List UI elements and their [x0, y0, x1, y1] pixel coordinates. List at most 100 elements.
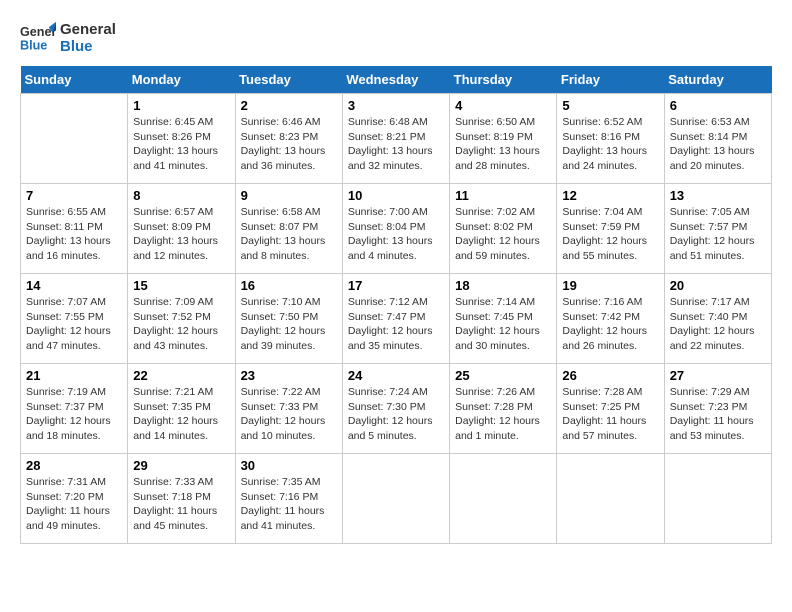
day-number: 10 [348, 188, 444, 203]
logo-blue: Blue [60, 38, 116, 55]
day-info: Sunrise: 6:48 AM Sunset: 8:21 PM Dayligh… [348, 115, 444, 174]
day-info: Sunrise: 7:05 AM Sunset: 7:57 PM Dayligh… [670, 205, 766, 264]
calendar-cell: 19 Sunrise: 7:16 AM Sunset: 7:42 PM Dayli… [557, 274, 664, 364]
day-info: Sunrise: 6:50 AM Sunset: 8:19 PM Dayligh… [455, 115, 551, 174]
day-number: 16 [241, 278, 337, 293]
calendar-cell: 13 Sunrise: 7:05 AM Sunset: 7:57 PM Dayli… [664, 184, 771, 274]
logo-general: General [60, 21, 116, 38]
logo: General Blue General Blue [20, 20, 116, 56]
day-info: Sunrise: 7:00 AM Sunset: 8:04 PM Dayligh… [348, 205, 444, 264]
day-info: Sunrise: 7:24 AM Sunset: 7:30 PM Dayligh… [348, 385, 444, 444]
column-header-tuesday: Tuesday [235, 66, 342, 94]
day-info: Sunrise: 6:55 AM Sunset: 8:11 PM Dayligh… [26, 205, 122, 264]
calendar-cell: 11 Sunrise: 7:02 AM Sunset: 8:02 PM Dayli… [450, 184, 557, 274]
day-info: Sunrise: 7:35 AM Sunset: 7:16 PM Dayligh… [241, 475, 337, 534]
day-number: 22 [133, 368, 229, 383]
calendar-week-row: 28Sunrise: 7:31 AM Sunset: 7:20 PM Dayli… [21, 454, 772, 544]
calendar-cell: 30 Sunrise: 7:35 AM Sunset: 7:16 PM Dayli… [235, 454, 342, 544]
day-info: Sunrise: 7:16 AM Sunset: 7:42 PM Dayligh… [562, 295, 658, 354]
logo-icon: General Blue [20, 20, 56, 56]
day-number: 7 [26, 188, 122, 203]
calendar-cell: 7 Sunrise: 6:55 AM Sunset: 8:11 PM Daylig… [21, 184, 128, 274]
day-number: 21 [26, 368, 122, 383]
day-info: Sunrise: 6:45 AM Sunset: 8:26 PM Dayligh… [133, 115, 229, 174]
day-info: Sunrise: 7:29 AM Sunset: 7:23 PM Dayligh… [670, 385, 766, 444]
calendar-cell: 12 Sunrise: 7:04 AM Sunset: 7:59 PM Dayli… [557, 184, 664, 274]
day-info: Sunrise: 6:52 AM Sunset: 8:16 PM Dayligh… [562, 115, 658, 174]
day-number: 17 [348, 278, 444, 293]
calendar-cell: 25 Sunrise: 7:26 AM Sunset: 7:28 PM Dayli… [450, 364, 557, 454]
day-number: 20 [670, 278, 766, 293]
calendar-table: SundayMondayTuesdayWednesdayThursdayFrid… [20, 66, 772, 544]
calendar-cell: 15Sunrise: 7:09 AM Sunset: 7:52 PM Dayli… [128, 274, 235, 364]
day-number: 5 [562, 98, 658, 113]
day-number: 30 [241, 458, 337, 473]
day-number: 26 [562, 368, 658, 383]
day-number: 14 [26, 278, 122, 293]
day-info: Sunrise: 6:53 AM Sunset: 8:14 PM Dayligh… [670, 115, 766, 174]
day-info: Sunrise: 7:19 AM Sunset: 7:37 PM Dayligh… [26, 385, 122, 444]
calendar-cell: 24 Sunrise: 7:24 AM Sunset: 7:30 PM Dayli… [342, 364, 449, 454]
day-number: 8 [133, 188, 229, 203]
calendar-cell [342, 454, 449, 544]
day-info: Sunrise: 7:10 AM Sunset: 7:50 PM Dayligh… [241, 295, 337, 354]
calendar-cell: 28Sunrise: 7:31 AM Sunset: 7:20 PM Dayli… [21, 454, 128, 544]
column-header-friday: Friday [557, 66, 664, 94]
calendar-cell: 29 Sunrise: 7:33 AM Sunset: 7:18 PM Dayli… [128, 454, 235, 544]
day-info: Sunrise: 6:46 AM Sunset: 8:23 PM Dayligh… [241, 115, 337, 174]
calendar-cell: 27 Sunrise: 7:29 AM Sunset: 7:23 PM Dayli… [664, 364, 771, 454]
day-number: 25 [455, 368, 551, 383]
day-number: 6 [670, 98, 766, 113]
calendar-week-row: 21 Sunrise: 7:19 AM Sunset: 7:37 PM Dayli… [21, 364, 772, 454]
calendar-cell: 26Sunrise: 7:28 AM Sunset: 7:25 PM Dayli… [557, 364, 664, 454]
day-info: Sunrise: 7:12 AM Sunset: 7:47 PM Dayligh… [348, 295, 444, 354]
calendar-cell [664, 454, 771, 544]
day-info: Sunrise: 6:58 AM Sunset: 8:07 PM Dayligh… [241, 205, 337, 264]
calendar-cell [557, 454, 664, 544]
day-number: 24 [348, 368, 444, 383]
day-info: Sunrise: 7:26 AM Sunset: 7:28 PM Dayligh… [455, 385, 551, 444]
day-info: Sunrise: 7:21 AM Sunset: 7:35 PM Dayligh… [133, 385, 229, 444]
column-header-wednesday: Wednesday [342, 66, 449, 94]
day-number: 28 [26, 458, 122, 473]
day-info: Sunrise: 7:04 AM Sunset: 7:59 PM Dayligh… [562, 205, 658, 264]
calendar-cell: 18 Sunrise: 7:14 AM Sunset: 7:45 PM Dayli… [450, 274, 557, 364]
calendar-cell: 9 Sunrise: 6:58 AM Sunset: 8:07 PM Daylig… [235, 184, 342, 274]
calendar-cell: 14Sunrise: 7:07 AM Sunset: 7:55 PM Dayli… [21, 274, 128, 364]
calendar-cell: 8Sunrise: 6:57 AM Sunset: 8:09 PM Daylig… [128, 184, 235, 274]
day-number: 29 [133, 458, 229, 473]
calendar-cell: 1Sunrise: 6:45 AM Sunset: 8:26 PM Daylig… [128, 94, 235, 184]
day-number: 23 [241, 368, 337, 383]
calendar-cell [21, 94, 128, 184]
day-info: Sunrise: 7:33 AM Sunset: 7:18 PM Dayligh… [133, 475, 229, 534]
day-info: Sunrise: 7:14 AM Sunset: 7:45 PM Dayligh… [455, 295, 551, 354]
calendar-week-row: 1Sunrise: 6:45 AM Sunset: 8:26 PM Daylig… [21, 94, 772, 184]
calendar-cell: 20Sunrise: 7:17 AM Sunset: 7:40 PM Dayli… [664, 274, 771, 364]
day-number: 19 [562, 278, 658, 293]
day-number: 12 [562, 188, 658, 203]
calendar-cell: 3 Sunrise: 6:48 AM Sunset: 8:21 PM Daylig… [342, 94, 449, 184]
day-info: Sunrise: 7:02 AM Sunset: 8:02 PM Dayligh… [455, 205, 551, 264]
day-info: Sunrise: 7:09 AM Sunset: 7:52 PM Dayligh… [133, 295, 229, 354]
calendar-cell: 10 Sunrise: 7:00 AM Sunset: 8:04 PM Dayli… [342, 184, 449, 274]
calendar-week-row: 14Sunrise: 7:07 AM Sunset: 7:55 PM Dayli… [21, 274, 772, 364]
column-header-monday: Monday [128, 66, 235, 94]
calendar-cell [450, 454, 557, 544]
day-number: 3 [348, 98, 444, 113]
day-number: 2 [241, 98, 337, 113]
day-number: 4 [455, 98, 551, 113]
day-number: 13 [670, 188, 766, 203]
day-number: 9 [241, 188, 337, 203]
column-header-thursday: Thursday [450, 66, 557, 94]
day-number: 27 [670, 368, 766, 383]
calendar-cell: 2 Sunrise: 6:46 AM Sunset: 8:23 PM Daylig… [235, 94, 342, 184]
day-number: 18 [455, 278, 551, 293]
page-header: General Blue General Blue [20, 20, 772, 56]
column-header-sunday: Sunday [21, 66, 128, 94]
calendar-cell: 5 Sunrise: 6:52 AM Sunset: 8:16 PM Daylig… [557, 94, 664, 184]
calendar-cell: 4 Sunrise: 6:50 AM Sunset: 8:19 PM Daylig… [450, 94, 557, 184]
calendar-cell: 6 Sunrise: 6:53 AM Sunset: 8:14 PM Daylig… [664, 94, 771, 184]
calendar-cell: 23 Sunrise: 7:22 AM Sunset: 7:33 PM Dayli… [235, 364, 342, 454]
day-number: 11 [455, 188, 551, 203]
day-info: Sunrise: 7:22 AM Sunset: 7:33 PM Dayligh… [241, 385, 337, 444]
